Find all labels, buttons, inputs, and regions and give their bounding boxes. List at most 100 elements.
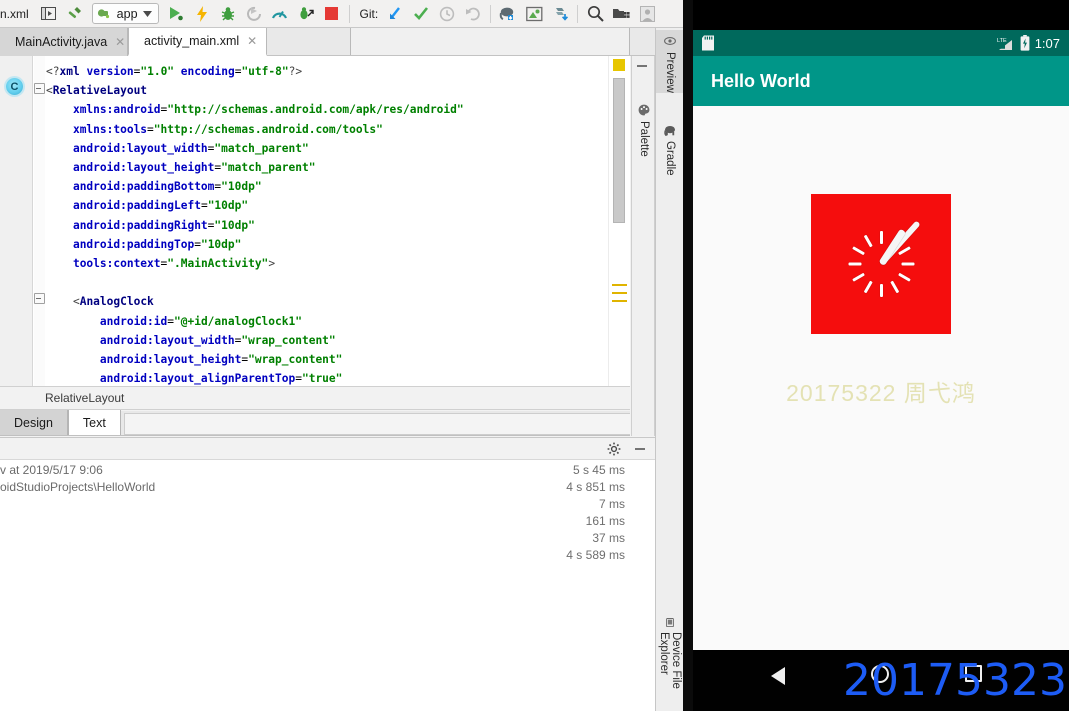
tab-text[interactable]: Text	[67, 410, 121, 435]
editor-fold-gutter[interactable]	[34, 56, 45, 386]
search-icon[interactable]	[582, 3, 608, 25]
tab-activity-main-xml[interactable]: <> activity_main.xml ✕	[128, 28, 267, 56]
module-selector[interactable]: app	[91, 3, 159, 24]
build-row-text	[0, 547, 566, 564]
git-commit-check-icon[interactable]	[408, 3, 434, 25]
tab-text-label: Text	[82, 415, 106, 430]
git-update-icon[interactable]	[382, 3, 408, 25]
tool-tab-preview-label: Preview	[664, 52, 676, 93]
sdk-manager-icon[interactable]	[521, 3, 547, 25]
code-fold-toggle-analogclock[interactable]	[34, 293, 45, 304]
status-bar-clock: 1:07	[1034, 35, 1060, 51]
app-bar: Hello World	[693, 56, 1069, 106]
editor-scrollbar-thumb[interactable]	[613, 78, 625, 223]
collapse-preview-button[interactable]	[634, 59, 650, 73]
status-bar-right-cluster: LTE 1:07	[997, 35, 1060, 51]
tool-tab-gradle[interactable]: Gradle	[656, 120, 684, 176]
emulator-device-frame: LTE 1:07 Hello World 20175322 周弋鸿 201753…	[693, 0, 1069, 711]
android-status-bar: LTE 1:07	[693, 30, 1069, 56]
tool-tab-device-file-explorer-label: Device File Explorer	[658, 632, 682, 690]
student-label-container: 20175322 周弋鸿	[693, 374, 1069, 408]
design-text-tab-bar: Design Text	[0, 410, 630, 436]
profiler-icon[interactable]	[267, 3, 293, 25]
build-row-text: oidStudioProjects\HelloWorld	[0, 480, 156, 494]
editor-gutter[interactable]: C	[0, 56, 33, 386]
student-label: 20175322 周弋鸿	[786, 380, 976, 406]
tool-tab-gradle-label: Gradle	[664, 141, 676, 176]
module-name-label: app	[116, 6, 138, 21]
editor-marker-bar[interactable]	[608, 56, 630, 386]
right-tool-window-strip: Preview Gradle Device File Explorer	[655, 28, 684, 711]
warning-stripe[interactable]	[612, 300, 627, 302]
tab-label: activity_main.xml	[144, 34, 240, 48]
git-revert-icon[interactable]	[460, 3, 486, 25]
code-editor[interactable]: C <?xml version="1.0" encoding="utf-8"?>…	[0, 56, 630, 386]
build-row[interactable]: 4 s 589 ms	[0, 547, 655, 564]
git-history-icon[interactable]	[434, 3, 460, 25]
android-navigation-bar: 20175323	[693, 651, 1069, 711]
build-output-panel: v at 2019/5/17 9:06 5 s 45 ms oidStudioP…	[0, 437, 655, 711]
android-studio-window: n.xml app Git: MainActivity.java ✕ activ…	[0, 0, 684, 711]
svg-text:LTE: LTE	[997, 38, 1007, 44]
tab-label: MainActivity.java	[15, 35, 108, 49]
device-icon	[666, 618, 674, 628]
analog-clock-container	[693, 194, 1069, 334]
build-row[interactable]: 161 ms	[0, 513, 655, 530]
warning-stripe[interactable]	[612, 292, 627, 294]
palette-strip: Palette	[631, 56, 655, 436]
build-panel-header	[0, 438, 655, 460]
avd-manager-icon[interactable]	[495, 3, 521, 25]
user-avatar-icon[interactable]	[634, 3, 660, 25]
tab-mainactivity-java[interactable]: MainActivity.java ✕	[0, 28, 128, 56]
analog-clock-widget	[811, 194, 951, 334]
tab-palette[interactable]: Palette	[632, 98, 656, 157]
build-row-duration: 161 ms	[585, 514, 625, 528]
run-icon[interactable]	[163, 3, 189, 25]
stop-icon[interactable]	[319, 3, 345, 25]
debug-bug-icon[interactable]	[215, 3, 241, 25]
build-row-duration: 4 s 589 ms	[566, 548, 625, 562]
tab-close-icon[interactable]: ✕	[115, 35, 125, 49]
app-bar-title: Hello World	[711, 70, 811, 91]
rerun-icon[interactable]	[241, 3, 267, 25]
tool-tab-device-file-explorer[interactable]: Device File Explorer	[656, 613, 684, 711]
palette-label: Palette	[638, 121, 650, 157]
sd-card-icon	[701, 35, 715, 51]
source-code[interactable]: <?xml version="1.0" encoding="utf-8"?> <…	[46, 62, 617, 388]
toolbar-filename-label: n.xml	[0, 6, 29, 21]
build-row[interactable]: v at 2019/5/17 9:06 5 s 45 ms	[0, 462, 655, 479]
build-row[interactable]: 37 ms	[0, 530, 655, 547]
build-row-duration: 5 s 45 ms	[572, 463, 625, 477]
project-window-icon[interactable]	[608, 3, 634, 25]
build-row-duration: 7 ms	[598, 497, 625, 511]
build-row-duration: 37 ms	[592, 531, 625, 545]
debug-lightning-icon[interactable]	[189, 3, 215, 25]
warning-stripe[interactable]	[612, 284, 627, 286]
eye-icon	[664, 37, 676, 45]
main-toolbar: n.xml app Git:	[0, 0, 683, 28]
palette-icon	[638, 104, 650, 116]
build-row-text	[0, 513, 586, 530]
design-text-tab-filler	[123, 413, 630, 435]
tab-close-icon[interactable]: ✕	[247, 34, 257, 48]
breadcrumb-label: RelativeLayout	[45, 391, 125, 405]
attach-debugger-icon[interactable]	[293, 3, 319, 25]
inspection-status-indicator[interactable]	[613, 59, 625, 71]
sync-gradle-icon[interactable]	[547, 3, 573, 25]
gear-icon[interactable]	[607, 442, 621, 456]
build-row[interactable]: 7 ms	[0, 496, 655, 513]
build-rows: v at 2019/5/17 9:06 5 s 45 ms oidStudioP…	[0, 462, 655, 564]
tab-design[interactable]: Design	[0, 410, 68, 435]
tool-tab-preview[interactable]: Preview	[656, 30, 684, 93]
build-row[interactable]: oidStudioProjects\HelloWorld 4 s 851 ms	[0, 479, 655, 496]
nav-bar-overlay: 20175323	[693, 651, 1069, 711]
breadcrumb[interactable]: RelativeLayout	[0, 386, 630, 410]
minimize-icon[interactable]	[633, 443, 647, 455]
tab-bar-empty-area	[350, 28, 630, 55]
android-icon	[97, 9, 109, 19]
class-marker-icon[interactable]: C	[6, 78, 23, 95]
code-fold-toggle-relativelayout[interactable]	[34, 83, 45, 94]
project-structure-icon[interactable]	[36, 3, 62, 25]
toolbar-divider-2	[490, 4, 492, 23]
build-hammer-icon[interactable]	[62, 3, 88, 25]
